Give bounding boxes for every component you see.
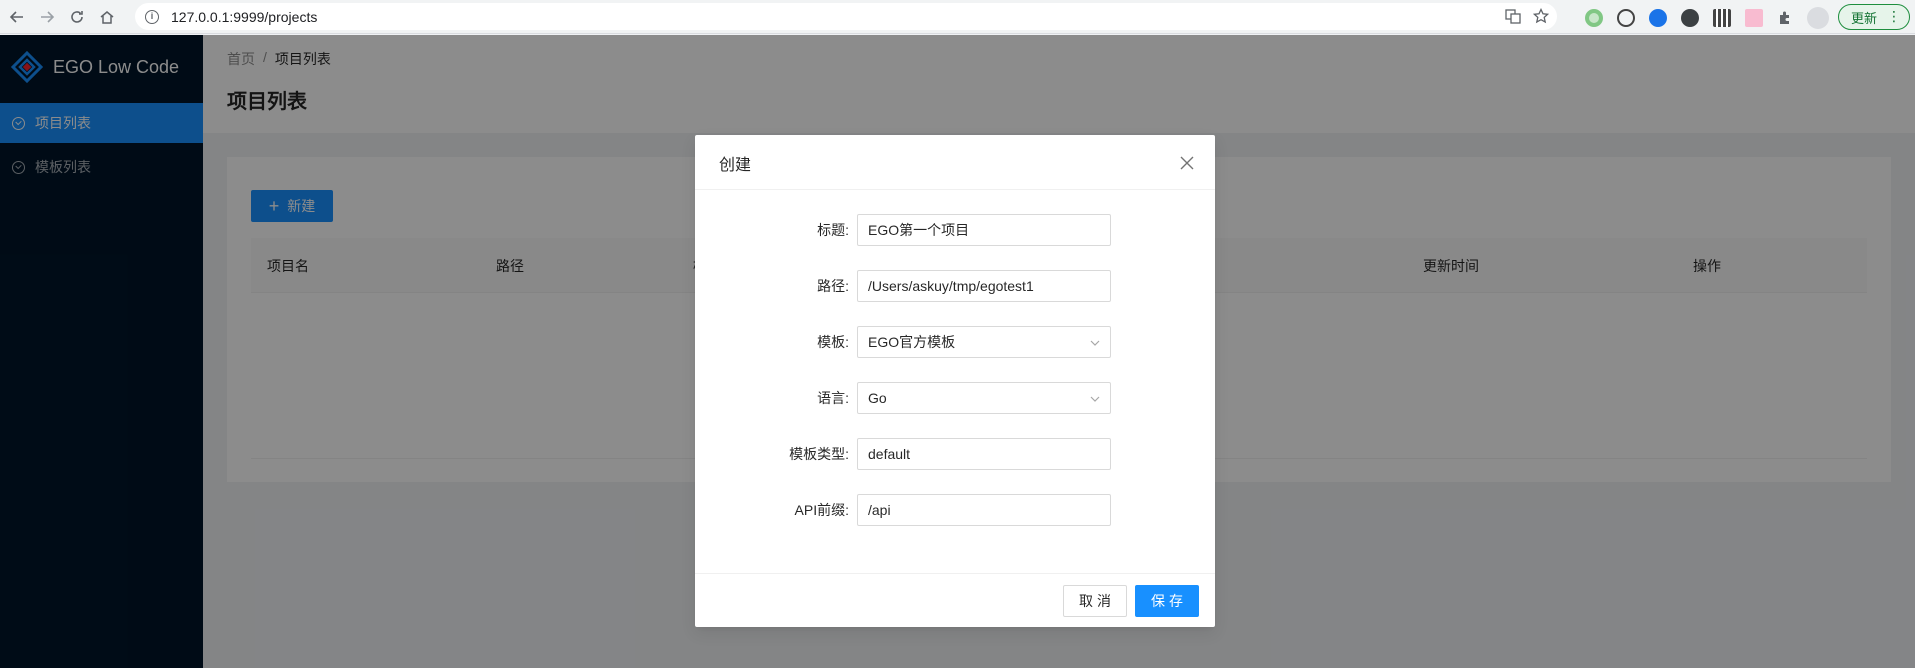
extension-shield-icon[interactable] [1681, 9, 1699, 27]
template-select[interactable]: EGO官方模板 [857, 326, 1111, 358]
path-label: 路径: [817, 278, 849, 294]
url-text: 127.0.0.1:9999/projects [171, 8, 318, 25]
form-row-template: 模板: EGO官方模板 [695, 326, 1215, 358]
chevron-down-icon [1090, 340, 1100, 346]
title-value: EGO第一个项目 [868, 222, 970, 238]
home-icon[interactable] [94, 4, 120, 30]
form-row-path: 路径: /Users/askuy/tmp/egotest1 [695, 270, 1215, 302]
template-value: EGO官方模板 [868, 334, 956, 350]
extensions-bar [1585, 7, 1829, 29]
title-input[interactable]: EGO第一个项目 [857, 214, 1111, 246]
forward-icon[interactable] [34, 4, 60, 30]
template-type-value: default [868, 446, 911, 462]
update-label: 更新 [1851, 10, 1878, 26]
form-row-language: 语言: Go [695, 382, 1215, 414]
template-label: 模板: [817, 334, 849, 350]
menu-dots-icon: ⋮ [1887, 8, 1901, 24]
modal-footer: 取消 保存 [695, 573, 1215, 627]
extension-clock-icon[interactable] [1617, 9, 1635, 27]
language-select[interactable]: Go [857, 382, 1111, 414]
extensions-puzzle-icon[interactable] [1777, 10, 1793, 26]
language-label: 语言: [817, 390, 849, 406]
address-bar[interactable]: i 127.0.0.1:9999/projects [135, 3, 1557, 30]
template-type-label: 模板类型: [789, 446, 849, 462]
save-button[interactable]: 保存 [1135, 585, 1199, 617]
title-label: 标题: [817, 222, 849, 238]
cancel-button[interactable]: 取消 [1063, 585, 1127, 617]
api-prefix-input[interactable]: /api [857, 494, 1111, 526]
api-prefix-value: /api [868, 502, 891, 518]
browser-toolbar: i 127.0.0.1:9999/projects 更新 ⋮ [0, 0, 1915, 34]
translate-icon[interactable] [1505, 8, 1521, 24]
form-row-template-type: 模板类型: default [695, 438, 1215, 470]
bookmark-star-icon[interactable] [1533, 8, 1549, 24]
path-input[interactable]: /Users/askuy/tmp/egotest1 [857, 270, 1111, 302]
modal-body: 标题: EGO第一个项目 路径: /Users/askuy/tmp/egotes… [695, 190, 1215, 572]
path-value: /Users/askuy/tmp/egotest1 [868, 278, 1034, 294]
modal-header: 创建 [695, 135, 1215, 190]
profile-avatar-icon[interactable] [1807, 7, 1829, 29]
api-prefix-label: API前缀: [794, 502, 849, 518]
extension-reader-icon[interactable] [1745, 9, 1763, 27]
create-project-modal: 创建 标题: EGO第一个项目 路径: /Users/askuy/tmp/ego… [695, 135, 1215, 627]
reload-icon[interactable] [64, 4, 90, 30]
template-type-input[interactable]: default [857, 438, 1111, 470]
site-info-icon[interactable]: i [145, 9, 159, 24]
language-value: Go [868, 390, 887, 406]
extension-lock-icon[interactable] [1649, 9, 1667, 27]
browser-update-button[interactable]: 更新 ⋮ [1838, 4, 1910, 30]
form-row-api-prefix: API前缀: /api [695, 494, 1215, 526]
modal-title: 创建 [719, 157, 752, 174]
form-row-title: 标题: EGO第一个项目 [695, 214, 1215, 246]
extension-qr-icon[interactable] [1713, 9, 1731, 27]
extension-green-icon[interactable] [1585, 9, 1603, 27]
chevron-down-icon [1090, 396, 1100, 402]
back-icon[interactable] [4, 4, 30, 30]
close-icon[interactable] [1177, 153, 1197, 173]
